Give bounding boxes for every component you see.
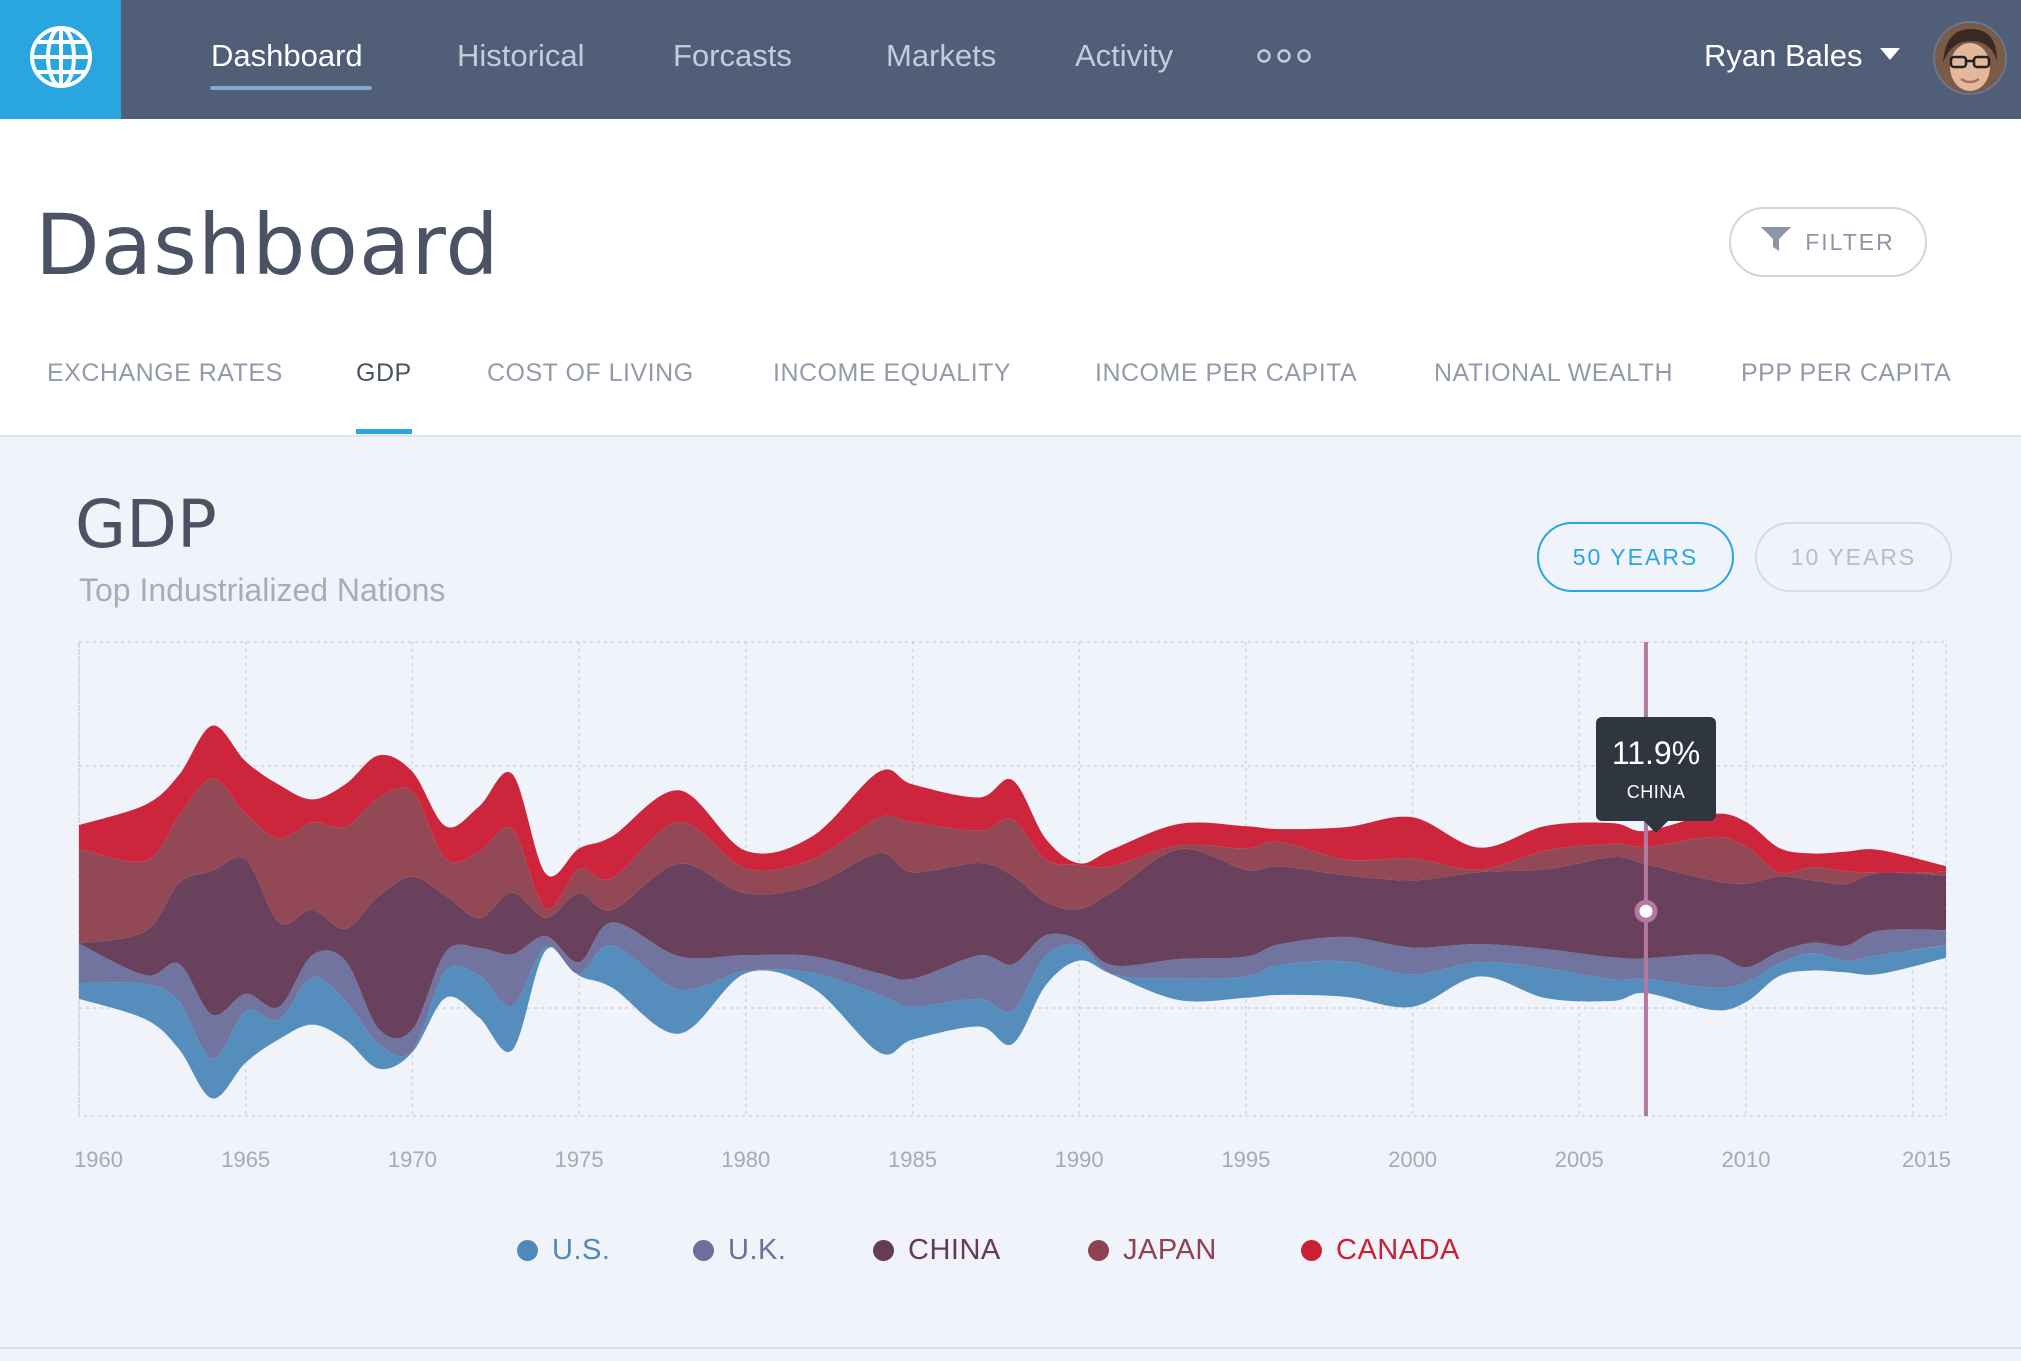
- legend-label: U.K.: [728, 1234, 787, 1266]
- tooltip-value: 11.9%: [1611, 735, 1701, 771]
- x-tick-label: 1970: [388, 1147, 437, 1172]
- legend-label: U.S.: [552, 1234, 611, 1266]
- divider: [0, 1347, 2021, 1349]
- tooltip-label: CHINA: [1626, 782, 1686, 802]
- x-tick-label: 2010: [1721, 1147, 1770, 1172]
- gdp-streamgraph[interactable]: 1960 1965 1970 1975 1980 1985 1990 1995 2000 2005…: [0, 0, 2021, 1361]
- legend-item-canada[interactable]: CANADA: [1301, 1234, 1460, 1267]
- legend-dot: [517, 1240, 538, 1261]
- x-tick-label: 2005: [1555, 1147, 1604, 1172]
- legend-item-us[interactable]: U.S.: [517, 1234, 610, 1267]
- cursor-point[interactable]: [1634, 899, 1658, 923]
- legend-dot: [1301, 1240, 1322, 1261]
- x-tick-label: 1990: [1055, 1147, 1104, 1172]
- x-axis-ticks: 1960 1965 1970 1975 1980 1985 1990 1995 2000 2005…: [74, 1147, 1951, 1172]
- x-tick-label: 1965: [221, 1147, 270, 1172]
- legend-item-china[interactable]: CHINA: [873, 1234, 1001, 1267]
- legend-dot: [873, 1240, 894, 1261]
- x-tick-label: 1980: [721, 1147, 770, 1172]
- x-tick-label: 2000: [1388, 1147, 1437, 1172]
- legend-label: JAPAN: [1123, 1234, 1217, 1266]
- legend-item-uk[interactable]: U.K.: [693, 1234, 786, 1267]
- x-tick-label: 1995: [1221, 1147, 1270, 1172]
- x-tick-label: 1975: [555, 1147, 604, 1172]
- legend-dot: [693, 1240, 714, 1261]
- legend-item-japan[interactable]: JAPAN: [1088, 1234, 1217, 1267]
- chart-tooltip: 11.9% CHINA: [1596, 717, 1716, 833]
- x-tick-label: 1960: [74, 1147, 123, 1172]
- x-tick-label: 1985: [888, 1147, 937, 1172]
- legend-label: CANADA: [1336, 1234, 1460, 1266]
- x-tick-label: 2015: [1902, 1147, 1951, 1172]
- legend-label: CHINA: [908, 1234, 1001, 1266]
- legend-dot: [1088, 1240, 1109, 1261]
